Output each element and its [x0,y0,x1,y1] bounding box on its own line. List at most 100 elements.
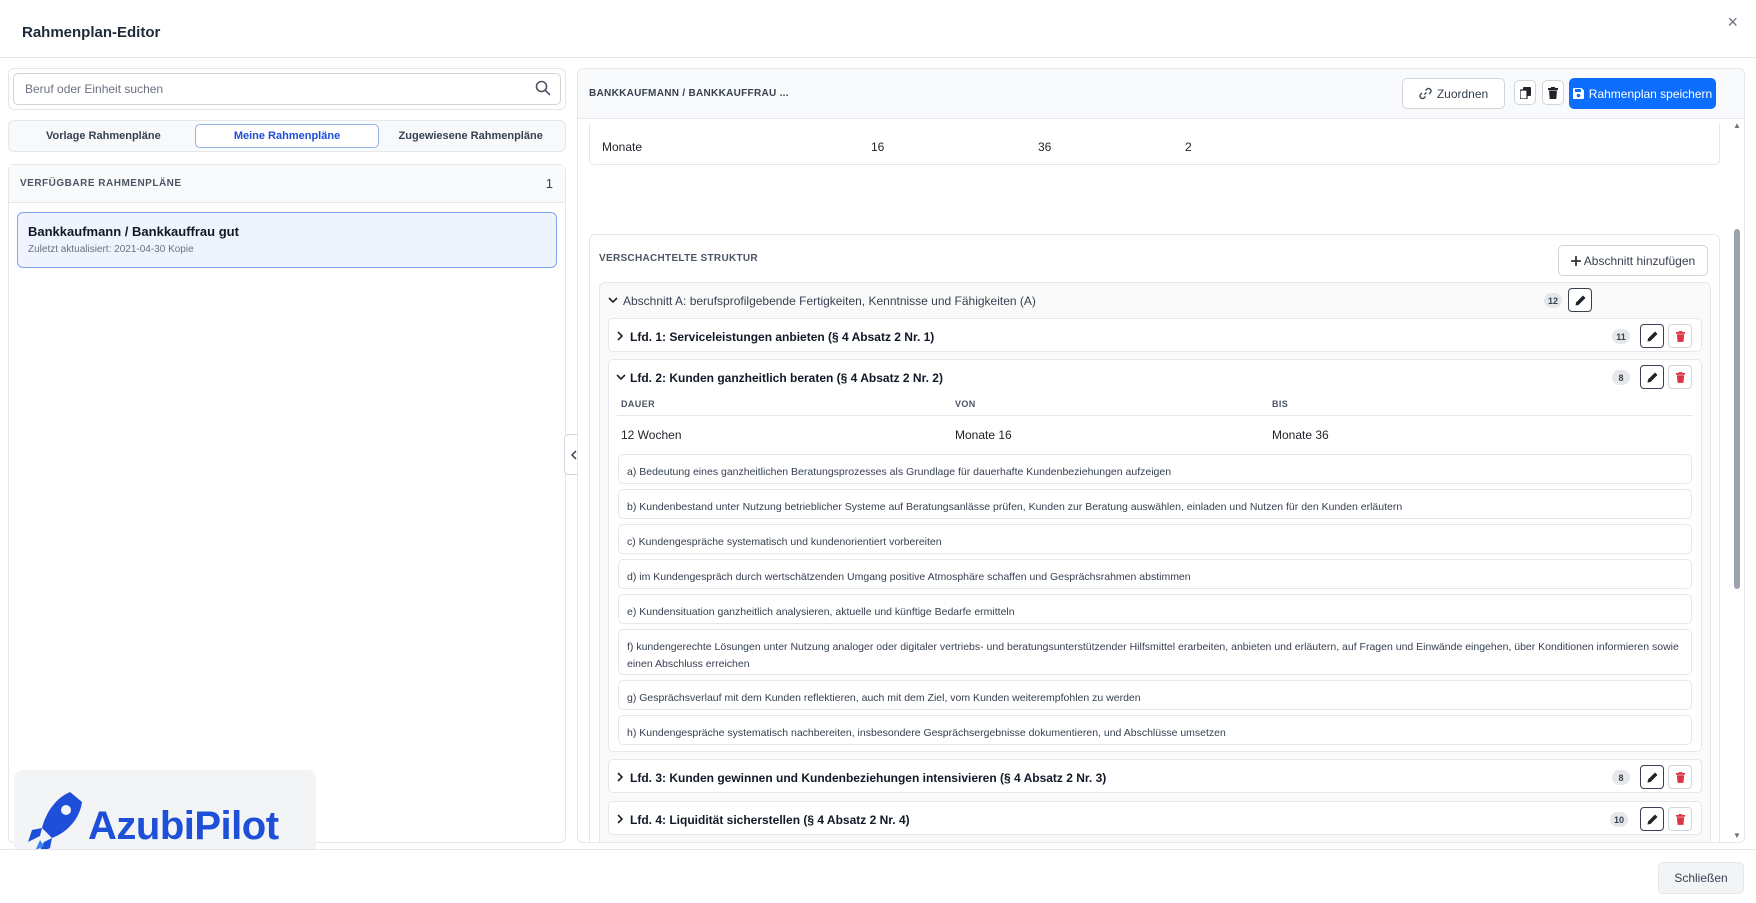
tab-vorlage[interactable]: Vorlage Rahmenpläne [12,124,195,148]
lfd-count-badge: 10 [1610,812,1629,827]
pencil-icon [1647,814,1657,824]
lfd-count-badge: 8 [1612,770,1630,785]
edit-lfd-button[interactable] [1640,324,1664,348]
lfd-count-badge: 11 [1612,329,1630,344]
duration-header: DAUER [621,399,656,409]
save-plan-button[interactable]: Rahmenplan speichern [1569,78,1716,109]
scroll-thumb[interactable] [1734,229,1740,589]
divider [617,415,1693,416]
months-extra: 2 [1185,140,1192,154]
edit-lfd-button[interactable] [1640,765,1664,789]
search-icon[interactable] [535,80,551,96]
editor-header: BANKKAUFMANN / BANKKAUFFRAU ... Zuordnen [578,69,1744,119]
lfd-item[interactable]: Lfd. 1: Serviceleistungen anbieten (§ 4 … [608,318,1702,352]
delete-lfd-button[interactable] [1668,324,1692,348]
save-label: Rahmenplan speichern [1588,86,1713,101]
duration-value: 12 Wochen [621,428,682,442]
lfd-title: Lfd. 1: Serviceleistungen anbieten (§ 4 … [630,330,935,344]
pencil-icon [1647,372,1657,382]
competency-item[interactable]: f) kundengerechte Lösungen unter Nutzung… [618,629,1692,675]
editor-scroll-area[interactable]: Monate 16 36 2 VERSCHACHTELTE STRUKTUR A… [578,119,1730,842]
edit-lfd-button[interactable] [1640,807,1664,831]
competency-item[interactable]: b) Kundenbestand unter Nutzung betriebli… [618,489,1692,519]
trash-icon [1675,813,1685,825]
add-section-label: Abschnitt hinzufügen [1583,253,1696,268]
trash-icon [1548,86,1558,99]
trash-icon [1675,771,1685,783]
add-section-button[interactable]: Abschnitt hinzufügen [1558,245,1708,276]
pencil-icon [1647,772,1657,782]
scroll-up-icon[interactable]: ▲ [1733,121,1741,130]
tab-zugewiesen[interactable]: Zugewiesene Rahmenpläne [379,124,562,148]
chevron-right-icon[interactable] [617,331,624,341]
link-icon [1419,87,1432,100]
to-header: BIS [1272,399,1289,409]
lfd-title: Lfd. 2: Kunden ganzheitlich beraten (§ 4… [630,371,943,385]
lfd-item[interactable]: Lfd. 3: Kunden gewinnen und Kundenbezieh… [608,759,1702,793]
competency-item[interactable]: h) Kundengespräche systematisch nachbere… [618,715,1692,745]
plan-card[interactable]: Bankkaufmann / Bankkauffrau gut Zuletzt … [17,212,557,268]
copy-icon [1519,86,1531,99]
plan-card-subtitle: Zuletzt aktualisiert: 2021-04-30 Kopie [28,244,194,255]
close-button[interactable]: Schließen [1658,862,1744,894]
from-header: VON [955,399,976,409]
from-value: Monate 16 [955,428,1012,442]
delete-lfd-button[interactable] [1668,765,1692,789]
plus-icon [1570,255,1581,266]
modal-footer: Schließen [0,849,1756,903]
lfd-title: Lfd. 3: Kunden gewinnen und Kundenbezieh… [630,771,1107,785]
months-start: 16 [871,140,885,154]
to-value: Monate 36 [1272,428,1329,442]
trash-icon [1675,330,1685,342]
competency-item[interactable]: a) Bedeutung eines ganzheitlichen Beratu… [618,454,1692,484]
modal-header: Rahmenplan-Editor × [0,0,1756,58]
editor-panel: BANKKAUFMANN / BANKKAUFFRAU ... Zuordnen [577,68,1745,843]
pencil-icon [1647,331,1657,341]
plan-list: VERFÜGBARE RAHMENPLÄNE 1 Bankkaufmann / … [8,164,566,843]
plan-tabs: Vorlage Rahmenpläne Meine Rahmenpläne Zu… [8,120,566,152]
plan-list-count: 1 [545,176,553,191]
competency-item[interactable]: g) Gesprächsverlauf mit dem Kunden refle… [618,680,1692,710]
delete-plan-button[interactable] [1542,80,1564,105]
assign-button[interactable]: Zuordnen [1402,78,1505,109]
chevron-down-icon[interactable] [608,297,618,304]
search-box [8,68,566,110]
structure-title: VERSCHACHTELTE STRUKTUR [599,253,758,264]
editor-title: BANKKAUFMANN / BANKKAUFFRAU ... [589,88,789,99]
trash-icon [1675,371,1685,383]
lfd-item[interactable]: Lfd. 4: Liquidität sicherstellen (§ 4 Ab… [608,801,1702,835]
months-end: 36 [1038,140,1052,154]
lfd-count-badge: 8 [1612,370,1630,385]
delete-lfd-button[interactable] [1668,807,1692,831]
competency-item[interactable]: d) im Kundengespräch durch wertschätzend… [618,559,1692,589]
plan-sidebar: Vorlage Rahmenpläne Meine Rahmenpläne Zu… [8,68,566,843]
modal-title: Rahmenplan-Editor [22,24,161,41]
copy-button[interactable] [1514,80,1536,105]
section-header[interactable]: Abschnitt A: berufsprofilgebende Fertigk… [600,283,1710,316]
tab-meine[interactable]: Meine Rahmenpläne [194,124,380,148]
delete-lfd-button[interactable] [1668,365,1692,389]
scroll-down-icon[interactable]: ▼ [1733,831,1741,840]
nested-structure: VERSCHACHTELTE STRUKTUR Abschnitt hinzuf… [589,234,1720,842]
search-input[interactable] [13,73,561,105]
section-title: Abschnitt A: berufsprofilgebende Fertigk… [623,294,1036,308]
logo-text: AzubiPilot [88,804,279,848]
save-icon [1572,88,1584,99]
chevron-right-icon[interactable] [617,772,624,782]
section-a: Abschnitt A: berufsprofilgebende Fertigk… [599,282,1711,842]
pencil-icon [1575,295,1585,305]
assign-label: Zuordnen [1436,86,1489,101]
plan-card-title: Bankkaufmann / Bankkauffrau gut [28,224,239,239]
scrollbar[interactable]: ▲ ▼ [1730,119,1744,842]
edit-lfd-button[interactable] [1640,365,1664,389]
competency-item[interactable]: e) Kundensituation ganzheitlich analysie… [618,594,1692,624]
edit-section-button[interactable] [1568,288,1592,312]
chevron-down-icon[interactable] [616,374,626,381]
close-icon[interactable]: × [1727,12,1738,33]
plan-list-title: VERFÜGBARE RAHMENPLÄNE [20,178,182,189]
months-row: Monate 16 36 2 [589,123,1720,165]
plan-list-header: VERFÜGBARE RAHMENPLÄNE 1 [9,165,565,203]
months-label: Monate [602,140,643,154]
chevron-right-icon[interactable] [617,814,624,824]
competency-item[interactable]: c) Kundengespräche systematisch und kund… [618,524,1692,554]
